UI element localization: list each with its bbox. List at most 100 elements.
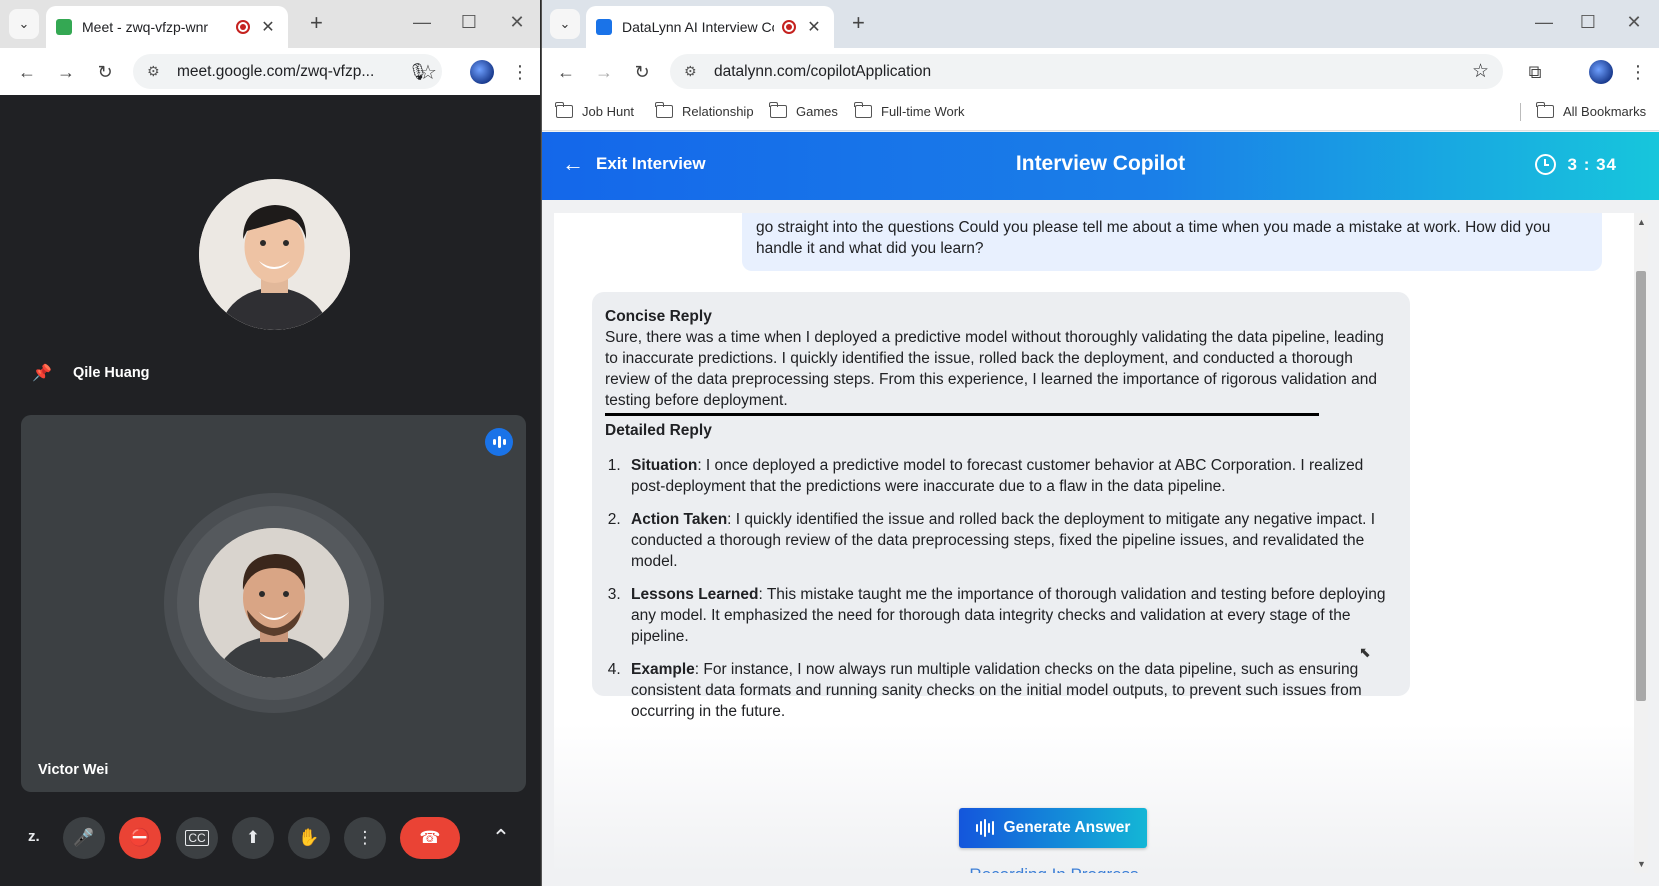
answer-bubble: Concise Reply Sure, there was a time whe… bbox=[592, 292, 1410, 720]
profile-avatar[interactable] bbox=[1589, 60, 1613, 84]
meet-favicon-icon bbox=[56, 19, 72, 35]
list-item: Action Taken: I quickly identified the i… bbox=[625, 509, 1397, 572]
bookmark-job-hunt[interactable]: Job Hunt bbox=[555, 102, 634, 119]
list-item: Lessons Learned: This mistake taught me … bbox=[625, 584, 1397, 647]
extensions-icon[interactable]: ⧉ bbox=[1521, 58, 1549, 86]
list-item: Situation: I once deployed a predictive … bbox=[625, 455, 1397, 497]
present-button[interactable]: ⬆ bbox=[232, 817, 274, 859]
maximize-button[interactable]: ☐ bbox=[457, 12, 481, 33]
browser-toolbar: ← → ↻ ⚙ datalynn.com/copilotApplication … bbox=[542, 48, 1659, 95]
menu-icon[interactable]: ⋮ bbox=[1624, 58, 1652, 86]
reload-button[interactable]: ↻ bbox=[628, 58, 656, 86]
tab-search-button[interactable]: ⌄ bbox=[9, 9, 39, 39]
raise-hand-button[interactable]: ✋ bbox=[288, 817, 330, 859]
microphone-button[interactable]: 🎤 bbox=[63, 817, 105, 859]
copilot-app: ← Exit Interview Interview Copilot 3 : 3… bbox=[542, 132, 1659, 886]
transcript-panel[interactable]: go straight into the questions Could you… bbox=[554, 213, 1634, 873]
end-call-button[interactable]: ☎ bbox=[400, 817, 460, 859]
camera-off-button[interactable]: ⛔ bbox=[119, 817, 161, 859]
scrollbar[interactable]: ▲ ▼ bbox=[1634, 213, 1648, 873]
new-tab-button[interactable]: + bbox=[310, 12, 323, 34]
meeting-code-label: z. bbox=[28, 828, 40, 845]
mouse-cursor-icon: ⬉ bbox=[1359, 644, 1371, 660]
profile-avatar[interactable] bbox=[470, 60, 494, 84]
end-call-icon: ☎ bbox=[419, 828, 441, 847]
question-bubble: go straight into the questions Could you… bbox=[742, 213, 1602, 271]
detailed-list: Situation: I once deployed a predictive … bbox=[625, 455, 1397, 722]
concise-heading: Concise Reply bbox=[605, 308, 712, 325]
concise-text: Sure, there was a time when I deployed a… bbox=[605, 329, 1384, 409]
list-item: Example: For instance, I now always run … bbox=[625, 659, 1397, 722]
minimize-button[interactable]: — bbox=[410, 12, 434, 33]
scroll-up-icon[interactable]: ▲ bbox=[1637, 217, 1646, 227]
guest-avatar bbox=[199, 528, 349, 678]
expand-button[interactable]: ⌃ bbox=[480, 817, 522, 859]
self-name: Qile Huang bbox=[73, 365, 150, 381]
clock-icon bbox=[1534, 154, 1556, 175]
url-text: datalynn.com/copilotApplication bbox=[714, 62, 932, 80]
pin-icon[interactable]: 📌 bbox=[32, 363, 52, 383]
call-controls: z. 🎤 ⛔ CC ⬆ ✋ ⋮ ☎ ⌃ bbox=[0, 817, 540, 877]
maximize-button[interactable]: ☐ bbox=[1576, 12, 1600, 33]
site-settings-icon[interactable]: ⚙ bbox=[147, 63, 165, 80]
present-icon: ⬆ bbox=[245, 828, 261, 847]
waveform-icon bbox=[975, 819, 994, 837]
bookmark-star-icon[interactable]: ☆ bbox=[1472, 60, 1489, 83]
close-window-button[interactable]: ✕ bbox=[1622, 12, 1646, 33]
guest-name: Victor Wei bbox=[38, 762, 109, 778]
tab-strip: ⌄ DataLynn AI Interview Copilo ✕ + — ☐ ✕ bbox=[542, 0, 1659, 48]
back-button[interactable]: ← bbox=[13, 58, 41, 86]
chevron-up-icon: ⌃ bbox=[491, 825, 511, 850]
app-header: ← Exit Interview Interview Copilot 3 : 3… bbox=[542, 132, 1659, 200]
panel-footer bbox=[554, 723, 1634, 873]
folder-icon bbox=[655, 102, 673, 118]
forward-button[interactable]: → bbox=[590, 58, 618, 86]
site-settings-icon[interactable]: ⚙ bbox=[684, 63, 702, 80]
url-text: meet.google.com/zwq-vfzp... bbox=[177, 62, 375, 80]
camera-off-icon: ⛔ bbox=[129, 828, 151, 847]
new-tab-button[interactable]: + bbox=[852, 12, 865, 34]
more-options-button[interactable]: ⋮ bbox=[344, 817, 386, 859]
datalynn-favicon-icon bbox=[596, 19, 612, 35]
more-options-icon: ⋮ bbox=[356, 828, 374, 847]
tab-meet[interactable]: Meet - zwq-vfzp-wnr ✕ bbox=[46, 6, 288, 48]
detailed-heading: Detailed Reply bbox=[605, 422, 712, 439]
folder-icon bbox=[555, 102, 573, 118]
captions-icon: CC bbox=[185, 830, 209, 846]
scroll-down-icon[interactable]: ▼ bbox=[1637, 859, 1646, 869]
folder-icon bbox=[769, 102, 787, 118]
bookmark-relationship[interactable]: Relationship bbox=[655, 102, 754, 119]
bookmark-games[interactable]: Games bbox=[769, 102, 838, 119]
meet-browser-window: ⌄ Meet - zwq-vfzp-wnr ✕ + — ☐ ✕ ← → ↻ ⚙ … bbox=[0, 0, 540, 886]
close-window-button[interactable]: ✕ bbox=[505, 12, 529, 33]
tab-search-button[interactable]: ⌄ bbox=[550, 9, 580, 39]
meet-stage: 📌 Qile Huang Victor Wei z. 🎤 ⛔ CC ⬆ ✋ ⋮ … bbox=[0, 95, 540, 886]
address-bar[interactable]: ⚙ datalynn.com/copilotApplication ☆ bbox=[670, 54, 1503, 89]
bookmarks-divider bbox=[1520, 103, 1521, 121]
speaking-indicator-icon bbox=[485, 428, 513, 456]
back-button[interactable]: ← bbox=[552, 58, 580, 86]
timer-value: 3 : 34 bbox=[1567, 154, 1617, 174]
all-bookmarks[interactable]: All Bookmarks bbox=[1536, 102, 1646, 119]
bookmarks-bar: Job Hunt Relationship Games Full-time Wo… bbox=[542, 95, 1659, 131]
tab-title: Meet - zwq-vfzp-wnr bbox=[82, 19, 209, 35]
address-bar[interactable]: ⚙ meet.google.com/zwq-vfzp... 🎙 bbox=[133, 54, 442, 89]
scrollbar-thumb[interactable] bbox=[1636, 271, 1646, 701]
forward-button[interactable]: → bbox=[52, 58, 80, 86]
self-avatar bbox=[199, 179, 350, 330]
bookmark-full-time-work[interactable]: Full-time Work bbox=[854, 102, 965, 119]
menu-icon[interactable]: ⋮ bbox=[506, 58, 534, 86]
close-tab-icon[interactable]: ✕ bbox=[804, 17, 824, 37]
chevron-down-icon: ⌄ bbox=[18, 16, 30, 31]
minimize-button[interactable]: — bbox=[1532, 12, 1556, 33]
reload-button[interactable]: ↻ bbox=[91, 58, 119, 86]
guest-portrait-icon bbox=[199, 528, 349, 678]
browser-toolbar: ← → ↻ ⚙ meet.google.com/zwq-vfzp... 🎙 ☆ … bbox=[0, 48, 540, 95]
close-tab-icon[interactable]: ✕ bbox=[258, 17, 278, 37]
generate-answer-button[interactable]: Generate Answer bbox=[959, 808, 1147, 848]
participant-tile[interactable]: Victor Wei bbox=[21, 415, 526, 792]
bookmark-star-icon[interactable]: ☆ bbox=[414, 58, 442, 86]
page-title: Interview Copilot bbox=[1015, 152, 1186, 175]
captions-button[interactable]: CC bbox=[176, 817, 218, 859]
tab-datalynn[interactable]: DataLynn AI Interview Copilo ✕ bbox=[586, 6, 834, 48]
